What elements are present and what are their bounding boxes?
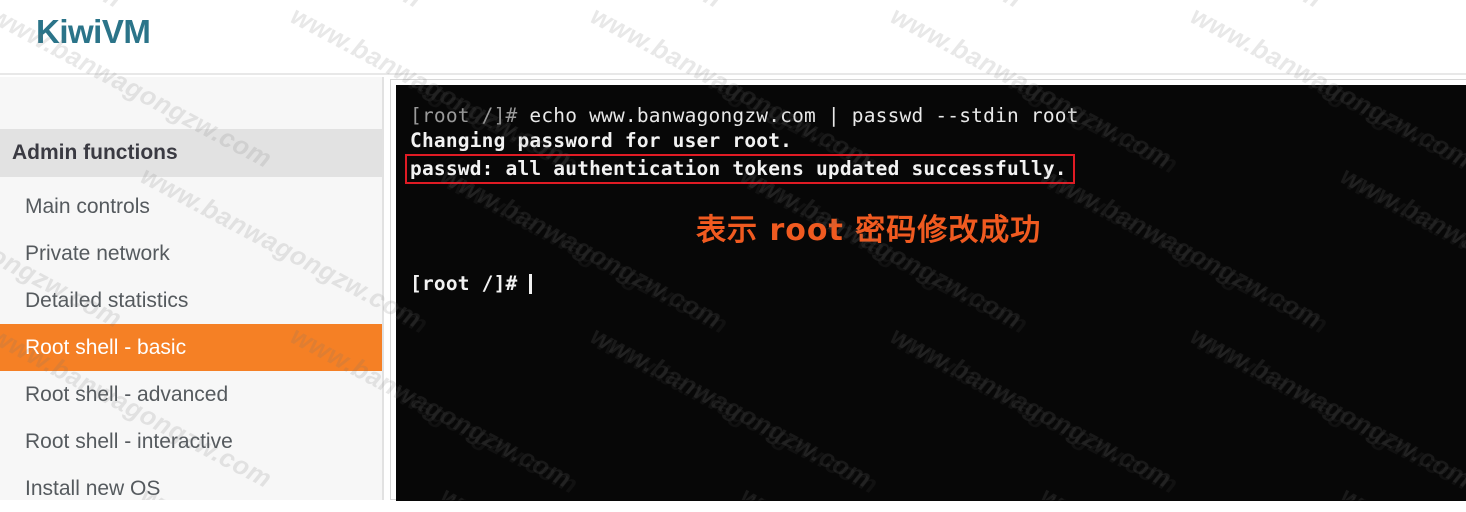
highlight-box: passwd: all authentication tokens update… [405,154,1075,184]
sidebar-item-root-shell-interactive[interactable]: Root shell - interactive [0,418,382,465]
sidebar-item-main-controls[interactable]: Main controls [0,183,382,230]
watermark-text: www.banwagongzw.com [441,486,733,501]
terminal-output[interactable]: www.banwagongzw.comwww.banwagongzw.comww… [396,85,1466,501]
terminal-prompt-line: [root /]# [410,271,1466,296]
sidebar-item-label: Root shell - interactive [25,429,233,453]
sidebar-nav-list: Main controls Private network Detailed s… [0,177,382,512]
watermark-text: www.banwagongzw.com [1191,326,1466,501]
terminal-output-line-1: Changing password for user root. [410,129,793,152]
terminal-output-highlighted: passwd: all authentication tokens update… [410,157,1067,180]
sidebar-item-label: Main controls [25,194,150,218]
watermark-text: www.banwagongzw.com [741,486,1033,501]
sidebar-top-spacer [0,77,382,129]
kiwivm-logo[interactable]: KiwiVM [36,13,151,51]
sidebar-item-label: Install new OS [25,476,161,500]
terminal-command-line: [root /]# echo www.banwagongzw.com | pas… [410,103,1466,128]
app-header: KiwiVM [0,0,1466,75]
sidebar-item-label: Root shell - basic [25,335,187,359]
watermark-text: www.banwagongzw.com [1341,486,1466,501]
sidebar-section-title: Admin functions [0,129,382,177]
sidebar-item-private-network[interactable]: Private network [0,230,382,277]
watermark-text: www.banwagongzw.com [591,326,883,501]
terminal-prompt: [root /]# [410,104,530,127]
sidebar-item-root-shell-basic[interactable]: Root shell - basic [0,324,382,371]
watermark-text: www.banwagongzw.com [396,326,583,501]
watermark-text: www.banwagongzw.com [1041,486,1333,501]
terminal-panel: www.banwagongzw.comwww.banwagongzw.comww… [390,79,1466,501]
terminal-command-text: echo www.banwagongzw.com | passwd --stdi… [529,104,1079,127]
sidebar-item-label: Detailed statistics [25,288,189,312]
sidebar-item-detailed-statistics[interactable]: Detailed statistics [0,277,382,324]
terminal-lines: [root /]# echo www.banwagongzw.com | pas… [396,85,1466,296]
watermark-text: www.banwagongzw.com [891,326,1183,501]
sidebar-item-label: Root shell - advanced [25,382,229,406]
terminal-prompt-last: [root /]# [410,272,518,295]
sidebar-item-label: Private network [25,241,170,265]
watermark-text: www.banwagongzw.com [396,486,433,501]
sidebar-item-install-new-os[interactable]: Install new OS [0,465,382,512]
sidebar-item-root-shell-advanced[interactable]: Root shell - advanced [0,371,382,418]
terminal-cursor [529,273,533,294]
sidebar: Admin functions Main controls Private ne… [0,77,384,500]
annotation-text: 表示 root 密码修改成功 [696,213,1042,248]
